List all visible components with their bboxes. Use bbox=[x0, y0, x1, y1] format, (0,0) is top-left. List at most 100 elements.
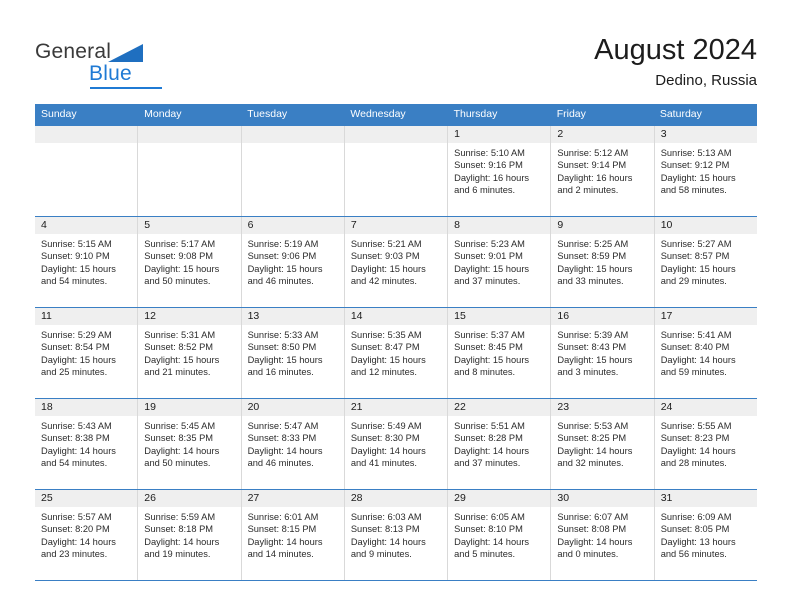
day-cell[interactable]: 10 Sunrise: 5:27 AM Sunset: 8:57 PM Dayligh… bbox=[654, 217, 757, 307]
daylight-text-line1: Daylight: 14 hours bbox=[41, 445, 116, 456]
day-cell[interactable]: 9 Sunrise: 5:25 AM Sunset: 8:59 PM Daylight… bbox=[551, 217, 655, 307]
day-cell[interactable]: 23 Sunrise: 5:53 AM Sunset: 8:25 PM Dayligh… bbox=[551, 399, 655, 489]
day-cell[interactable]: 1 Sunrise: 5:10 AM Sunset: 9:16 PM Daylight… bbox=[448, 126, 552, 216]
day-info: Sunrise: 6:09 AM Sunset: 8:05 PM Daylight:… bbox=[655, 507, 757, 561]
sunrise-text: Sunrise: 6:07 AM bbox=[557, 512, 629, 522]
day-cell[interactable]: 8 Sunrise: 5:23 AM Sunset: 9:01 PM Daylight… bbox=[448, 217, 552, 307]
day-info: Sunrise: 5:21 AM Sunset: 9:03 PM Daylight:… bbox=[345, 234, 447, 288]
daylight-text-line2: and 9 minutes. bbox=[350, 549, 412, 560]
sunset-text: Sunset: 8:08 PM bbox=[557, 524, 627, 535]
daylight-text-line2: and 8 minutes. bbox=[454, 367, 516, 378]
day-cell[interactable]: 3 Sunrise: 5:13 AM Sunset: 9:12 PM Daylight… bbox=[654, 126, 757, 216]
day-number bbox=[138, 126, 241, 143]
sunset-text: Sunset: 9:12 PM bbox=[660, 160, 730, 171]
daylight-text-line1: Daylight: 15 hours bbox=[660, 263, 736, 274]
day-cell[interactable]: 30 Sunrise: 6:07 AM Sunset: 8:08 PM Dayligh… bbox=[551, 490, 655, 580]
day-cell[interactable]: 22 Sunrise: 5:51 AM Sunset: 8:28 PM Dayligh… bbox=[448, 399, 552, 489]
daylight-text-line1: Daylight: 14 hours bbox=[247, 445, 323, 456]
daylight-text-line1: Daylight: 14 hours bbox=[557, 445, 633, 456]
day-number: 16 bbox=[551, 308, 654, 325]
sunrise-text: Sunrise: 5:55 AM bbox=[660, 421, 732, 431]
day-cell[interactable]: 26 Sunrise: 5:59 AM Sunset: 8:18 PM Dayligh… bbox=[138, 490, 242, 580]
daylight-text-line2: and 42 minutes. bbox=[350, 276, 417, 287]
day-number: 21 bbox=[344, 399, 448, 416]
day-cell[interactable]: 11 Sunrise: 5:29 AM Sunset: 8:54 PM Dayligh… bbox=[35, 308, 139, 398]
day-info: Sunrise: 5:55 AM Sunset: 8:23 PM Daylight:… bbox=[655, 416, 757, 470]
daylight-text-line1: Daylight: 14 hours bbox=[454, 536, 530, 547]
day-number: 20 bbox=[241, 399, 344, 416]
day-number: 26 bbox=[138, 490, 241, 507]
sunset-text: Sunset: 8:50 PM bbox=[247, 342, 317, 353]
sunset-text: Sunset: 8:54 PM bbox=[41, 342, 110, 353]
day-cell[interactable]: 2 Sunrise: 5:12 AM Sunset: 9:14 PM Daylight… bbox=[551, 126, 655, 216]
day-info: Sunrise: 5:57 AM Sunset: 8:20 PM Daylight:… bbox=[35, 507, 137, 561]
day-cell[interactable]: 27 Sunrise: 6:01 AM Sunset: 8:15 PM Dayligh… bbox=[241, 490, 345, 580]
day-cell[interactable]: 19 Sunrise: 5:45 AM Sunset: 8:35 PM Dayligh… bbox=[138, 399, 242, 489]
week-row: 4 Sunrise: 5:15 AM Sunset: 9:10 PM Daylight… bbox=[35, 217, 757, 308]
day-info: Sunrise: 5:35 AM Sunset: 8:47 PM Daylight:… bbox=[345, 325, 447, 379]
sunrise-text: Sunrise: 6:05 AM bbox=[454, 512, 525, 522]
sunset-text: Sunset: 8:57 PM bbox=[660, 251, 730, 262]
day-cell[interactable]: 7 Sunrise: 5:21 AM Sunset: 9:03 PM Daylight… bbox=[344, 217, 449, 307]
day-info: Sunrise: 5:13 AM Sunset: 9:12 PM Daylight:… bbox=[655, 143, 757, 197]
day-cell[interactable]: 14 Sunrise: 5:35 AM Sunset: 8:47 PM Dayligh… bbox=[344, 308, 449, 398]
day-cell[interactable]: 18 Sunrise: 5:43 AM Sunset: 8:38 PM Dayligh… bbox=[35, 399, 139, 489]
day-number: 9 bbox=[551, 217, 654, 234]
daylight-text-line2: and 23 minutes. bbox=[41, 549, 108, 560]
day-cell-empty bbox=[344, 126, 449, 216]
daylight-text-line1: Daylight: 15 hours bbox=[350, 263, 426, 274]
day-info: Sunrise: 5:51 AM Sunset: 8:28 PM Daylight:… bbox=[448, 416, 550, 470]
day-number: 3 bbox=[654, 126, 757, 143]
day-cell[interactable]: 6 Sunrise: 5:19 AM Sunset: 9:06 PM Daylight… bbox=[241, 217, 345, 307]
day-number bbox=[344, 126, 448, 143]
day-cell-empty bbox=[138, 126, 242, 216]
sunrise-text: Sunrise: 5:59 AM bbox=[144, 512, 216, 522]
sunrise-text: Sunrise: 5:35 AM bbox=[350, 330, 422, 340]
week-row: 18 Sunrise: 5:43 AM Sunset: 8:38 PM Dayligh… bbox=[35, 399, 757, 490]
sunrise-text: Sunrise: 5:21 AM bbox=[350, 239, 422, 249]
day-cell[interactable]: 29 Sunrise: 6:05 AM Sunset: 8:10 PM Dayligh… bbox=[448, 490, 552, 580]
daylight-text-line2: and 50 minutes. bbox=[144, 276, 211, 287]
day-number: 14 bbox=[344, 308, 448, 325]
week-rows: 1 Sunrise: 5:10 AM Sunset: 9:16 PM Daylight… bbox=[35, 126, 757, 581]
day-cell[interactable]: 17 Sunrise: 5:41 AM Sunset: 8:40 PM Dayligh… bbox=[654, 308, 757, 398]
logo-text-blue: Blue bbox=[89, 62, 132, 85]
sunrise-text: Sunrise: 5:49 AM bbox=[350, 421, 422, 431]
day-cell[interactable]: 20 Sunrise: 5:47 AM Sunset: 8:33 PM Dayligh… bbox=[241, 399, 345, 489]
triangle-icon bbox=[108, 44, 143, 62]
sunrise-text: Sunrise: 5:39 AM bbox=[557, 330, 629, 340]
day-cell[interactable]: 12 Sunrise: 5:31 AM Sunset: 8:52 PM Dayligh… bbox=[138, 308, 242, 398]
daylight-text-line2: and 59 minutes. bbox=[660, 367, 727, 378]
day-cell[interactable]: 15 Sunrise: 5:37 AM Sunset: 8:45 PM Dayligh… bbox=[448, 308, 552, 398]
daylight-text-line1: Daylight: 14 hours bbox=[660, 354, 736, 365]
day-cell[interactable]: 25 Sunrise: 5:57 AM Sunset: 8:20 PM Dayligh… bbox=[35, 490, 139, 580]
day-cell[interactable]: 4 Sunrise: 5:15 AM Sunset: 9:10 PM Daylight… bbox=[35, 217, 139, 307]
day-number: 8 bbox=[448, 217, 551, 234]
daylight-text-line1: Daylight: 14 hours bbox=[454, 445, 530, 456]
daylight-text-line1: Daylight: 14 hours bbox=[247, 536, 323, 547]
sunset-text: Sunset: 9:14 PM bbox=[557, 160, 627, 171]
daylight-text-line2: and 46 minutes. bbox=[247, 458, 314, 469]
weekday-header-wednesday: Wednesday bbox=[350, 108, 406, 120]
day-number: 25 bbox=[35, 490, 138, 507]
sunrise-text: Sunrise: 5:43 AM bbox=[41, 421, 112, 431]
day-cell[interactable]: 16 Sunrise: 5:39 AM Sunset: 8:43 PM Dayligh… bbox=[551, 308, 655, 398]
day-cell[interactable]: 28 Sunrise: 6:03 AM Sunset: 8:13 PM Dayligh… bbox=[344, 490, 449, 580]
daylight-text-line1: Daylight: 14 hours bbox=[660, 445, 736, 456]
day-cell[interactable]: 13 Sunrise: 5:33 AM Sunset: 8:50 PM Dayligh… bbox=[241, 308, 345, 398]
daylight-text-line1: Daylight: 15 hours bbox=[247, 354, 323, 365]
day-number: 4 bbox=[35, 217, 138, 234]
general-blue-logo[interactable]: General Blue bbox=[35, 40, 205, 89]
sunset-text: Sunset: 8:33 PM bbox=[247, 433, 317, 444]
sunrise-text: Sunrise: 6:01 AM bbox=[247, 512, 319, 522]
logo-text-general: General bbox=[35, 40, 112, 63]
sunrise-text: Sunrise: 5:45 AM bbox=[144, 421, 216, 431]
day-cell[interactable]: 5 Sunrise: 5:17 AM Sunset: 9:08 PM Daylight… bbox=[138, 217, 242, 307]
day-cell[interactable]: 31 Sunrise: 6:09 AM Sunset: 8:05 PM Dayligh… bbox=[654, 490, 757, 580]
daylight-text-line1: Daylight: 14 hours bbox=[144, 536, 220, 547]
day-cell[interactable]: 21 Sunrise: 5:49 AM Sunset: 8:30 PM Dayligh… bbox=[344, 399, 449, 489]
sunrise-text: Sunrise: 5:19 AM bbox=[247, 239, 319, 249]
calendar-page: General Blue August 2024 Dedino, Russia … bbox=[0, 0, 792, 612]
day-number: 11 bbox=[35, 308, 138, 325]
day-cell[interactable]: 24 Sunrise: 5:55 AM Sunset: 8:23 PM Dayligh… bbox=[654, 399, 757, 489]
